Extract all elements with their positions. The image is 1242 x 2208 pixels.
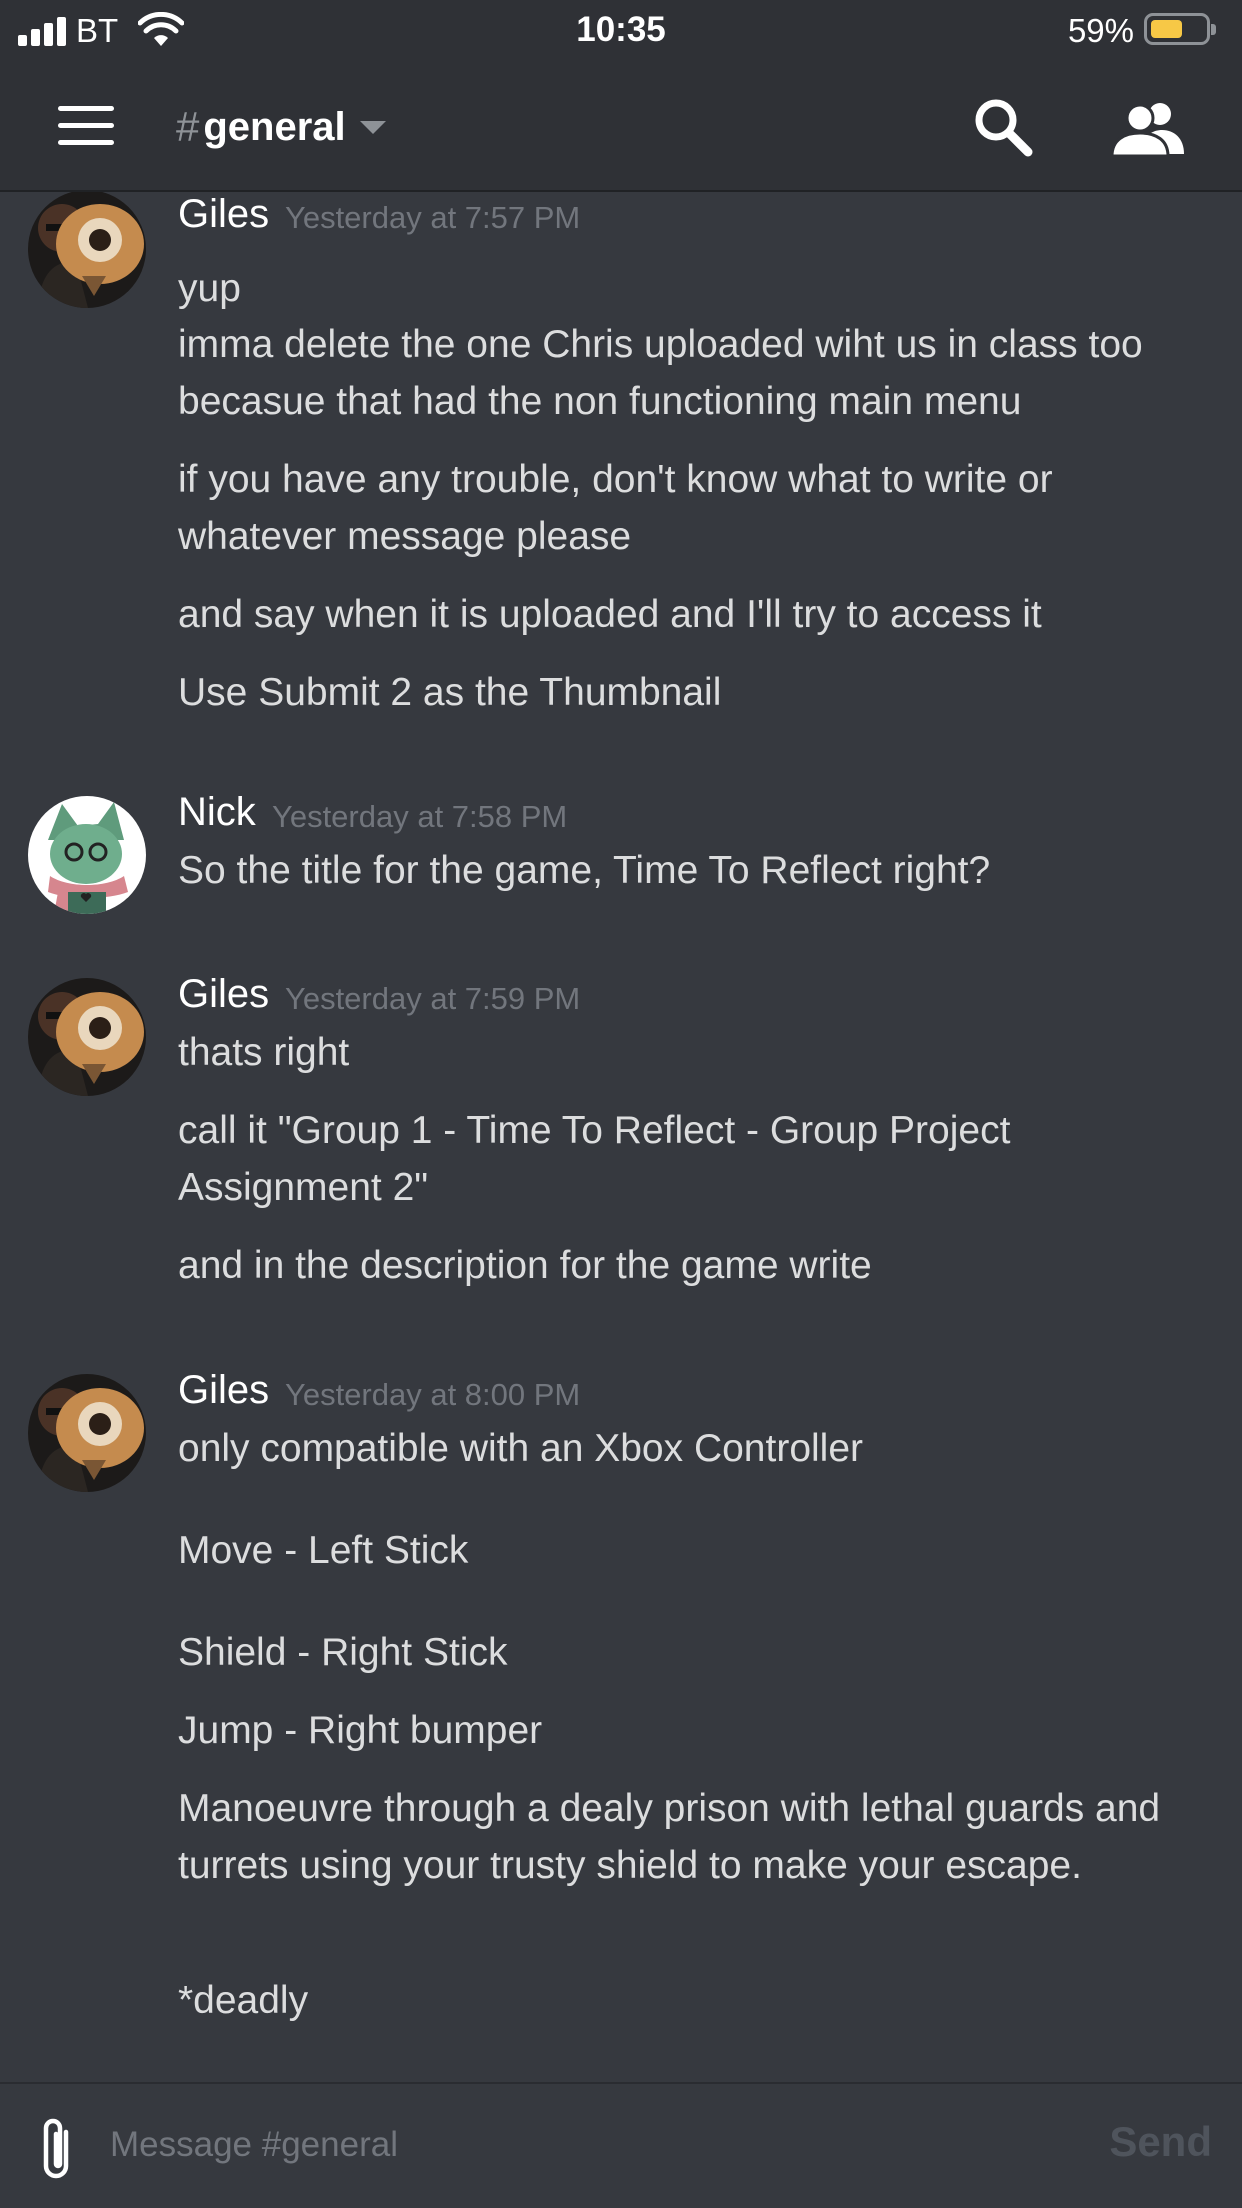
send-button[interactable]: Send	[1109, 2118, 1212, 2166]
message-author[interactable]: Giles	[178, 972, 269, 1017]
paperclip-icon[interactable]	[38, 2114, 78, 2184]
clock: 10:35	[576, 10, 666, 49]
message-text: Move - Left Stick	[178, 1529, 469, 1572]
message-text: Shield - Right Stick	[178, 1631, 508, 1674]
message-composer: Send	[0, 2082, 1242, 2208]
giles-avatar[interactable]	[28, 192, 146, 308]
message-list[interactable]: Giles Yesterday at 7:57 PM yup imma dele…	[0, 192, 1242, 2082]
search-icon[interactable]	[972, 96, 1034, 158]
message-text: yup	[178, 267, 241, 310]
message-timestamp: Yesterday at 7:59 PM	[285, 981, 581, 1016]
message-input[interactable]	[108, 2108, 1072, 2182]
channel-header: # general	[0, 62, 1242, 192]
message-text: and in the description for the game writ…	[178, 1244, 872, 1287]
battery-percent: 59%	[1067, 12, 1134, 49]
message-author[interactable]: Giles	[178, 1368, 269, 1413]
battery-level-fill	[1151, 20, 1182, 38]
message-text: and say when it is uploaded and I'll try…	[178, 593, 1042, 636]
giles-avatar[interactable]	[28, 1374, 146, 1492]
channel-selector[interactable]: # general	[176, 102, 386, 152]
message-text: Manoeuvre through a dealy prison with le…	[178, 1787, 1161, 1887]
channel-dropdown-icon	[359, 120, 386, 134]
channel-hash: #	[176, 103, 200, 150]
message-text: Jump - Right bumper	[178, 1709, 543, 1752]
members-icon[interactable]	[1112, 100, 1184, 156]
message-text: imma delete the one Chris uploaded wiht …	[178, 323, 1143, 423]
message-timestamp: Yesterday at 7:57 PM	[285, 200, 581, 235]
giles-avatar[interactable]	[28, 978, 146, 1096]
message-timestamp: Yesterday at 7:58 PM	[272, 799, 568, 834]
channel-name: general	[203, 104, 346, 149]
message-author[interactable]: Giles	[178, 192, 269, 237]
message-text: only compatible with an Xbox Controller	[178, 1427, 864, 1470]
message-text: *deadly	[178, 1979, 309, 2022]
message-text: Use Submit 2 as the Thumbnail	[178, 671, 722, 714]
message-author[interactable]: Nick	[178, 790, 256, 835]
battery-icon	[1144, 13, 1216, 45]
message-text: if you have any trouble, don't know what…	[178, 458, 1053, 558]
message-text: call it "Group 1 - Time To Reflect - Gro…	[178, 1109, 1011, 1209]
message-timestamp: Yesterday at 8:00 PM	[285, 1377, 581, 1412]
status-bar: BT 10:35 59%	[0, 0, 1242, 62]
message-text: thats right	[178, 1031, 350, 1074]
message-text: So the title for the game, Time To Refle…	[178, 849, 991, 892]
nick-avatar[interactable]	[28, 796, 146, 914]
menu-icon[interactable]	[58, 106, 114, 146]
